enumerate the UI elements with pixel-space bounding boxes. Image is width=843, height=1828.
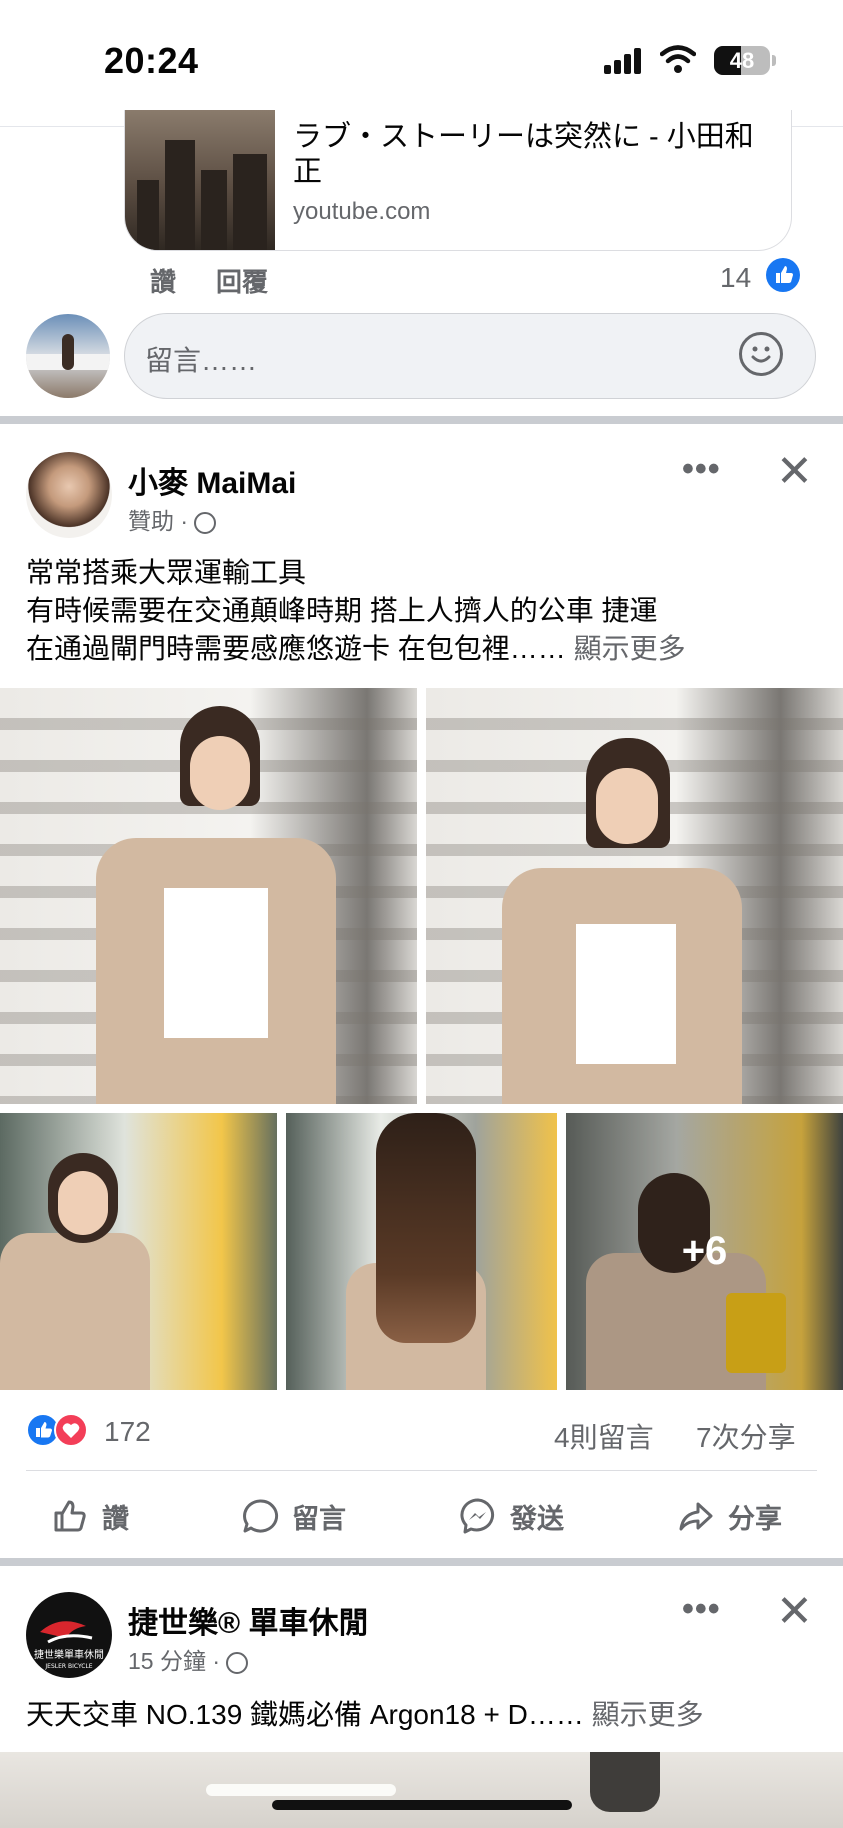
post-photo[interactable] [0,1752,843,1828]
see-more-link[interactable]: 顯示更多 [574,633,686,664]
feed-separator [0,416,843,424]
link-thumbnail [125,110,275,250]
post-time: 15 分鐘 · [128,1648,221,1674]
send-label: 發送 [510,1503,564,1534]
author-name[interactable]: 小麥 MaiMai [128,458,296,502]
battery-icon: 48 [714,46,770,75]
post-photo[interactable] [0,688,417,1104]
share-label: 分享 [728,1503,782,1534]
share-button[interactable]: 分享 [676,1488,782,1544]
globe-icon [194,511,217,534]
action-divider [26,1470,817,1471]
status-time: 20:24 [104,40,199,81]
comment-placeholder: 留言…… [145,345,258,376]
like-button[interactable]: 讚 [50,1488,129,1544]
link-domain: youtube.com [293,198,431,225]
sponsored-label: 贊助 · [128,508,189,534]
more-options-icon[interactable]: ••• [682,1590,721,1629]
comment-like-link[interactable]: 讚 [150,262,176,299]
love-reaction-icon [54,1413,88,1447]
more-photos-count: +6 [566,1113,843,1390]
battery-level: 48 [729,48,755,73]
signal-icon [604,48,644,74]
more-options-icon[interactable]: ••• [682,450,721,489]
shares-count[interactable]: 7次分享 [696,1416,796,1456]
feed-separator [0,1558,843,1566]
post-meta: 贊助 · [128,502,217,536]
post-text-line: 有時候需要在交通顛峰時期 搭上人擠人的公車 捷運 [26,595,658,626]
comment-reply-link[interactable]: 回覆 [216,262,268,299]
comment-icon [243,1499,279,1533]
link-preview-card[interactable]: ラブ・ストーリーは突然に - 小田和正 youtube.com [124,110,792,251]
emoji-icon[interactable] [739,332,783,376]
like-reaction-icon [766,258,800,292]
comments-count[interactable]: 4則留言 [554,1416,654,1456]
svg-text:捷世樂單車休閒: 捷世樂單車休閒 [34,1648,104,1661]
post-photo[interactable] [0,1113,277,1390]
comment-button[interactable]: 留言 [240,1488,346,1544]
share-icon [679,1502,713,1531]
comment-like-count: 14 [720,262,752,293]
post-text: 天天交車 NO.139 鐵媽必備 Argon18 + D…… 顯示更多 [26,1696,704,1734]
post-meta: 15 分鐘 · [128,1642,249,1676]
link-title: ラブ・ストーリーは突然に - 小田和正 [293,121,754,188]
comment-input[interactable]: 留言…… [124,313,816,399]
my-avatar[interactable] [26,314,110,398]
wifi-icon [660,45,696,73]
post-text-line: 天天交車 NO.139 鐵媽必備 Argon18 + D…… [26,1699,584,1730]
globe-icon [226,1651,249,1674]
close-icon[interactable]: ✕ [776,450,813,494]
like-label: 讚 [102,1503,129,1534]
brand-logo: 捷世樂單車休閒 JESLER BICYCLE [34,1621,104,1670]
post-text-line: 在通過閘門時需要感應悠遊卡 在包包裡…… 顯示更多 [26,633,686,664]
close-icon[interactable]: ✕ [776,1590,813,1634]
author-avatar[interactable]: 捷世樂單車休閒 JESLER BICYCLE [26,1592,112,1678]
post-text: 常常搭乘大眾運輸工具 有時候需要在交通顛峰時期 搭上人擠人的公車 捷運 在通過閘… [26,554,686,668]
home-indicator [272,1800,572,1810]
messenger-icon [460,1498,495,1534]
author-avatar[interactable] [26,452,112,538]
author-name[interactable]: 捷世樂® 單車休閒 [128,1598,368,1642]
thumbs-up-icon [54,1500,86,1532]
send-button[interactable]: 發送 [458,1488,564,1544]
see-more-link[interactable]: 顯示更多 [592,1699,704,1730]
post-photo-more[interactable]: +6 [566,1113,843,1390]
battery-tip [772,55,776,66]
post-photo[interactable] [426,688,843,1104]
post-text-line: 常常搭乘大眾運輸工具 [26,557,307,588]
post-photo[interactable] [286,1113,557,1390]
reaction-count[interactable]: 172 [104,1416,151,1448]
comment-label: 留言 [292,1503,346,1534]
svg-text:JESLER BICYCLE: JESLER BICYCLE [44,1663,92,1670]
